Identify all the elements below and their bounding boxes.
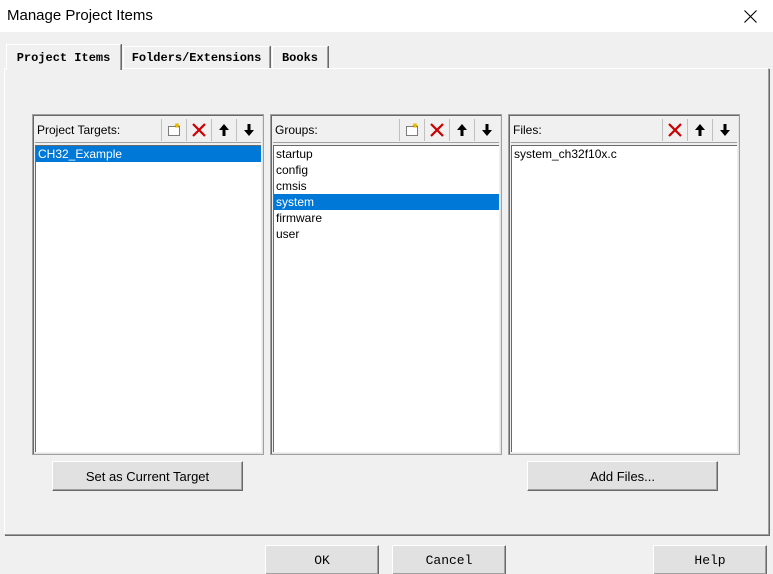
tab-label: Books xyxy=(281,50,318,65)
delete-icon xyxy=(668,123,682,137)
files-toolbar xyxy=(662,119,737,141)
delete-file-button[interactable] xyxy=(662,119,687,141)
delete-icon xyxy=(430,123,444,137)
move-up-icon xyxy=(695,124,705,136)
new-item-icon xyxy=(168,123,180,136)
files-list[interactable]: system_ch32f10x.c xyxy=(511,145,737,452)
group-item-cmsis[interactable]: cmsis xyxy=(274,178,499,194)
groups-toolbar xyxy=(399,119,499,141)
tab-books[interactable]: Books xyxy=(272,46,328,68)
move-file-down-button[interactable] xyxy=(712,119,737,141)
delete-target-button[interactable] xyxy=(186,119,211,141)
delete-group-button[interactable] xyxy=(424,119,449,141)
groups-header: Groups: xyxy=(273,117,499,143)
move-target-down-button[interactable] xyxy=(236,119,261,141)
delete-icon xyxy=(192,123,206,137)
tab-label: Project Items xyxy=(16,50,111,65)
move-target-up-button[interactable] xyxy=(211,119,236,141)
files-label: Files: xyxy=(513,123,542,137)
move-down-icon xyxy=(720,124,730,136)
groups-list[interactable]: startup config cmsis system firmware use… xyxy=(273,145,499,452)
project-targets-header: Project Targets: xyxy=(35,117,261,143)
title-bar: Manage Project Items xyxy=(0,0,773,32)
new-group-button[interactable] xyxy=(399,119,424,141)
project-targets-label: Project Targets: xyxy=(37,123,121,137)
help-button[interactable]: Help xyxy=(653,545,767,574)
group-item-config[interactable]: config xyxy=(274,162,499,178)
move-down-icon xyxy=(244,124,254,136)
ok-button[interactable]: OK xyxy=(265,545,379,574)
new-item-icon xyxy=(406,123,418,136)
target-item-ch32-example[interactable]: CH32_Example xyxy=(36,146,261,162)
files-box: Files: system_ch32f10x.c xyxy=(508,114,740,455)
new-target-button[interactable] xyxy=(161,119,186,141)
groups-box: Groups: startup config cmsis system firm… xyxy=(270,114,502,455)
close-button[interactable] xyxy=(727,0,773,32)
files-header: Files: xyxy=(511,117,737,143)
set-current-target-button[interactable]: Set as Current Target xyxy=(52,461,243,491)
move-up-icon xyxy=(457,124,467,136)
project-targets-box: Project Targets: CH32_Example xyxy=(32,114,264,455)
project-targets-list[interactable]: CH32_Example xyxy=(35,145,261,452)
move-group-down-button[interactable] xyxy=(474,119,499,141)
project-targets-toolbar xyxy=(161,119,261,141)
move-down-icon xyxy=(482,124,492,136)
add-files-button[interactable]: Add Files... xyxy=(527,461,718,491)
window-title: Manage Project Items xyxy=(7,7,153,24)
group-item-startup[interactable]: startup xyxy=(274,146,499,162)
move-up-icon xyxy=(219,124,229,136)
groups-label: Groups: xyxy=(275,123,318,137)
file-item-system-ch32f10x[interactable]: system_ch32f10x.c xyxy=(512,146,737,162)
cancel-button[interactable]: Cancel xyxy=(392,545,506,574)
group-item-firmware[interactable]: firmware xyxy=(274,210,499,226)
close-icon xyxy=(743,9,757,23)
tab-folders-extensions[interactable]: Folders/Extensions xyxy=(123,46,270,68)
tab-label: Folders/Extensions xyxy=(131,50,262,65)
move-group-up-button[interactable] xyxy=(449,119,474,141)
move-file-up-button[interactable] xyxy=(687,119,712,141)
group-item-user[interactable]: user xyxy=(274,226,499,242)
group-item-system[interactable]: system xyxy=(274,194,499,210)
tab-project-items[interactable]: Project Items xyxy=(6,44,121,70)
